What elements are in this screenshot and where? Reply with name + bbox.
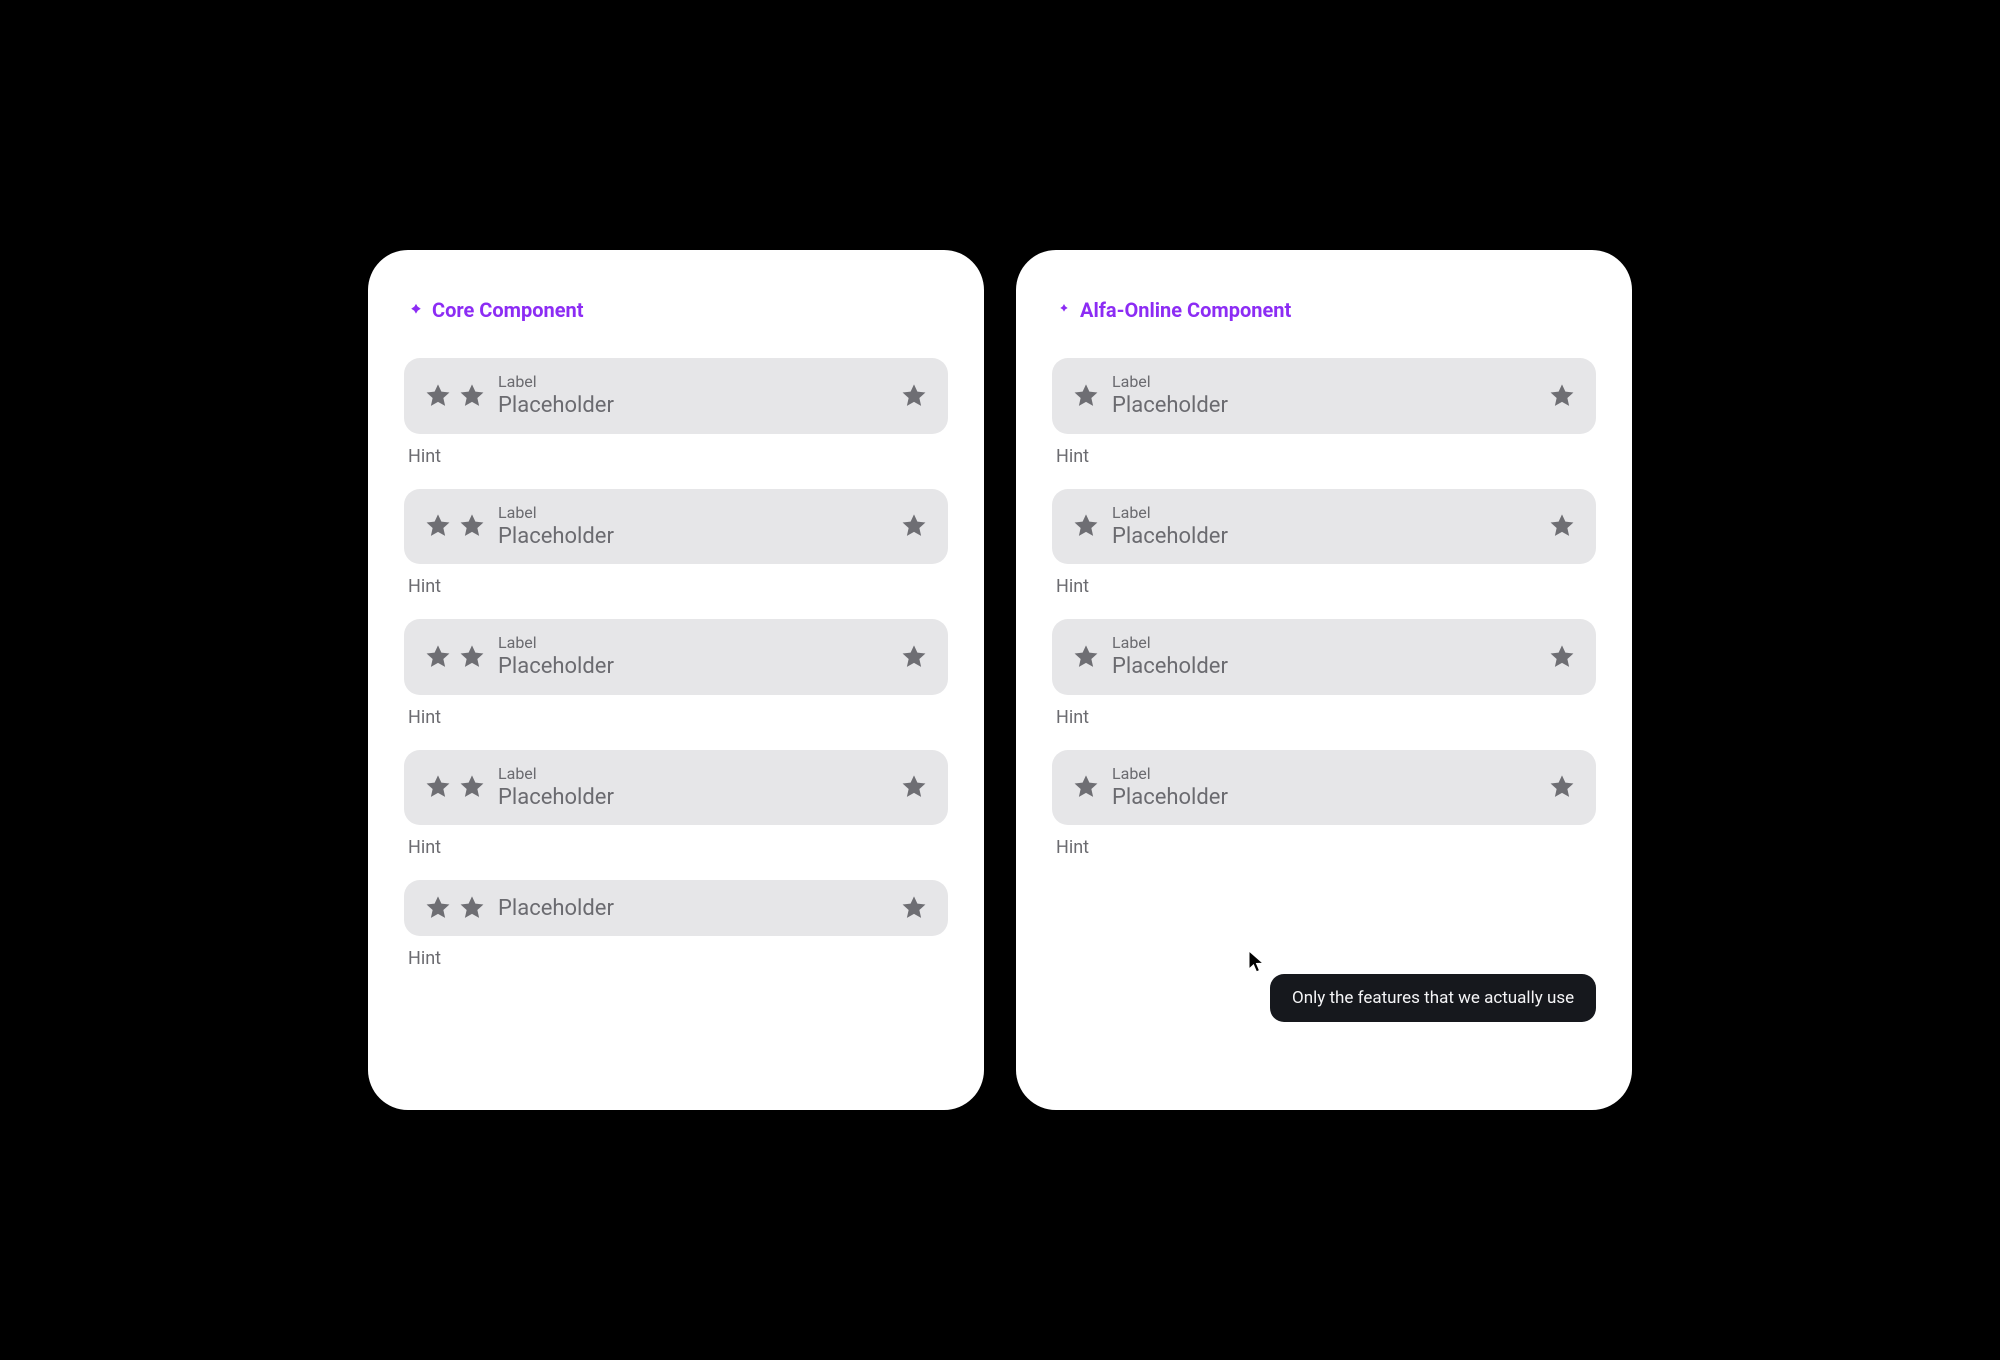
star-icon (1548, 643, 1576, 671)
leading-icons (424, 773, 486, 801)
leading-icons (424, 382, 486, 410)
leading-icons (1072, 773, 1100, 801)
alfa-panel-title: Alfa-Online Component (1052, 298, 1596, 322)
star-icon (458, 773, 486, 801)
leading-icons (1072, 382, 1100, 410)
core-field-block: Label Placeholder Hint (404, 750, 948, 859)
star-icon (1548, 382, 1576, 410)
core-field-block: Label Placeholder Hint (404, 619, 948, 728)
field-hint: Hint (404, 948, 948, 969)
star-icon (900, 773, 928, 801)
field-label: Label (1112, 503, 1228, 523)
field-label: Label (1112, 764, 1228, 784)
star-icon (1072, 643, 1100, 671)
field-label: Label (1112, 633, 1228, 653)
alfa-field-block: Label Placeholder Hint (1052, 619, 1596, 728)
input-field[interactable]: Placeholder (404, 880, 948, 936)
leading-icons (424, 643, 486, 671)
core-field-block: Label Placeholder Hint (404, 489, 948, 598)
field-placeholder: Placeholder (1112, 523, 1228, 551)
field-label: Label (498, 764, 614, 784)
input-field[interactable]: Label Placeholder (1052, 750, 1596, 826)
field-hint: Hint (404, 837, 948, 858)
core-panel-title-text: Core Component (432, 298, 584, 322)
field-hint: Hint (1052, 707, 1596, 728)
star-icon (424, 773, 452, 801)
field-placeholder: Placeholder (498, 653, 614, 681)
star-icon (900, 512, 928, 540)
input-field[interactable]: Label Placeholder (404, 489, 948, 565)
comparison-stage: Core Component Label Placeholder Hint (368, 250, 1632, 1110)
star-icon (458, 643, 486, 671)
alfa-field-block: Label Placeholder Hint (1052, 489, 1596, 598)
field-hint: Hint (404, 707, 948, 728)
input-field[interactable]: Label Placeholder (1052, 619, 1596, 695)
star-icon (458, 512, 486, 540)
component-diamond-icon (408, 302, 424, 318)
input-field[interactable]: Label Placeholder (404, 619, 948, 695)
field-placeholder: Placeholder (498, 523, 614, 551)
star-icon (900, 382, 928, 410)
field-hint: Hint (404, 446, 948, 467)
field-hint: Hint (1052, 576, 1596, 597)
leading-icons (424, 512, 486, 540)
star-icon (424, 894, 452, 922)
leading-icons (424, 894, 486, 922)
field-label: Label (498, 633, 614, 653)
field-label: Label (1112, 372, 1228, 392)
alfa-component-panel: Alfa-Online Component Label Placeholder … (1016, 250, 1632, 1110)
component-diamond-icon (1056, 302, 1072, 318)
alfa-panel-title-text: Alfa-Online Component (1080, 298, 1291, 322)
star-icon (1072, 512, 1100, 540)
alfa-field-block: Label Placeholder Hint (1052, 750, 1596, 859)
star-icon (900, 894, 928, 922)
leading-icons (1072, 643, 1100, 671)
field-placeholder: Placeholder (498, 784, 614, 812)
input-field[interactable]: Label Placeholder (404, 358, 948, 434)
star-icon (1072, 382, 1100, 410)
input-field[interactable]: Label Placeholder (1052, 489, 1596, 565)
input-field[interactable]: Label Placeholder (1052, 358, 1596, 434)
field-placeholder: Placeholder (498, 392, 614, 420)
star-icon (424, 382, 452, 410)
field-label: Label (498, 372, 614, 392)
field-placeholder: Placeholder (1112, 784, 1228, 812)
field-hint: Hint (1052, 446, 1596, 467)
core-field-block: Placeholder Hint (404, 880, 948, 969)
star-icon (1548, 512, 1576, 540)
leading-icons (1072, 512, 1100, 540)
star-icon (424, 643, 452, 671)
field-placeholder: Placeholder (498, 896, 614, 921)
field-hint: Hint (1052, 837, 1596, 858)
field-placeholder: Placeholder (1112, 653, 1228, 681)
core-field-block: Label Placeholder Hint (404, 358, 948, 467)
field-placeholder: Placeholder (1112, 392, 1228, 420)
field-label: Label (498, 503, 614, 523)
star-icon (458, 894, 486, 922)
star-icon (900, 643, 928, 671)
star-icon (1548, 773, 1576, 801)
star-icon (424, 512, 452, 540)
field-hint: Hint (404, 576, 948, 597)
star-icon (1072, 773, 1100, 801)
core-component-panel: Core Component Label Placeholder Hint (368, 250, 984, 1110)
core-panel-title: Core Component (404, 298, 948, 322)
star-icon (458, 382, 486, 410)
alfa-field-block: Label Placeholder Hint (1052, 358, 1596, 467)
input-field[interactable]: Label Placeholder (404, 750, 948, 826)
